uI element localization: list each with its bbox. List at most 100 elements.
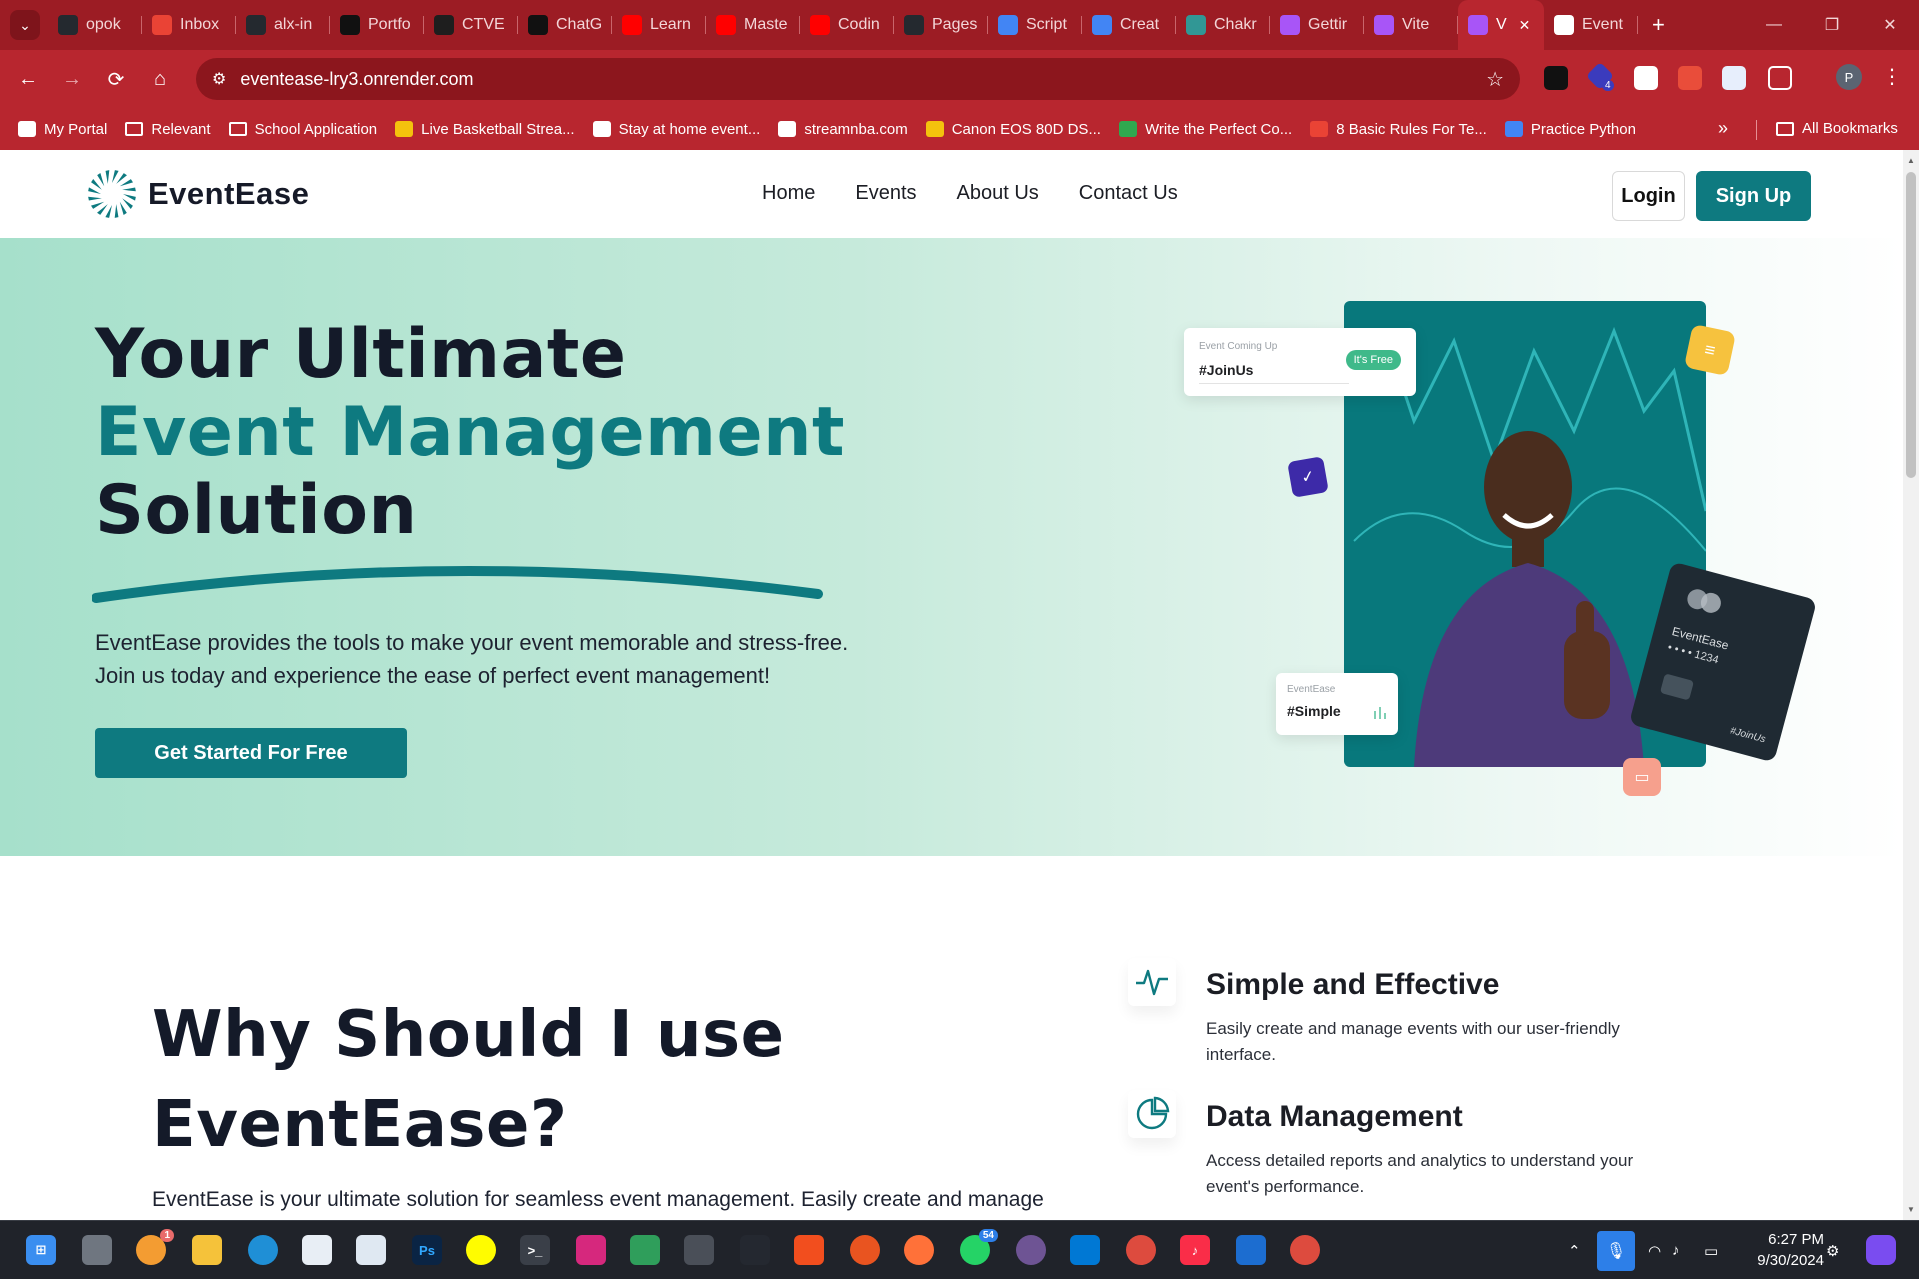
photoshop-icon[interactable]: Ps	[412, 1235, 442, 1265]
event-coming-tag: #JoinUs	[1199, 362, 1254, 378]
figma-icon[interactable]	[794, 1235, 824, 1265]
start-icon[interactable]: ⊞	[26, 1235, 56, 1265]
davinci-icon[interactable]	[740, 1235, 770, 1265]
site-info-icon[interactable]: ⚙	[212, 69, 226, 89]
scroll-down-icon[interactable]: ▼	[1907, 1205, 1915, 1214]
remote-desktop-icon[interactable]	[1236, 1235, 1266, 1265]
extension-4-icon[interactable]	[1678, 66, 1702, 90]
github-desktop-icon[interactable]	[1016, 1235, 1046, 1265]
forward-icon[interactable]: →	[50, 59, 94, 99]
bookmark-star-icon[interactable]: ☆	[1486, 67, 1504, 92]
signup-button[interactable]: Sign Up	[1696, 171, 1811, 221]
bookmark-item[interactable]: Practice Python	[1504, 121, 1636, 138]
notifications-icon[interactable]: ⚙	[1826, 1221, 1839, 1279]
event-coming-card: Event Coming Up #JoinUs It's Free	[1184, 328, 1416, 396]
browser-tab[interactable]: Portfo	[330, 0, 424, 50]
tab-search-button[interactable]: ⌄	[10, 10, 40, 40]
browser-tab[interactable]: ChatG	[518, 0, 612, 50]
browser-tab[interactable]: Learn	[612, 0, 706, 50]
extension-5-icon[interactable]	[1722, 66, 1746, 90]
alx-icon[interactable]	[684, 1235, 714, 1265]
extension-3-icon[interactable]	[1634, 66, 1658, 90]
photos-icon[interactable]	[630, 1235, 660, 1265]
bookmark-item[interactable]: Stay at home event...	[592, 121, 760, 138]
login-button[interactable]: Login	[1612, 171, 1685, 221]
whatsapp-icon[interactable]: 54	[960, 1229, 998, 1265]
chat-icon: ▭	[1623, 758, 1661, 796]
logo-ray	[91, 179, 102, 190]
ubuntu-icon[interactable]	[850, 1235, 880, 1265]
battery-icon[interactable]: ▭	[1704, 1221, 1718, 1279]
taskbar-clock[interactable]: 6:27 PM 9/30/2024	[1744, 1229, 1824, 1271]
close-tab-icon[interactable]: ✕	[1519, 17, 1531, 34]
bookmark-item[interactable]: 8 Basic Rules For Te...	[1310, 121, 1487, 138]
browser-tab[interactable]: CTVE	[424, 0, 518, 50]
vscode-icon[interactable]	[1070, 1235, 1100, 1265]
browser-tab[interactable]: Gettir	[1270, 0, 1364, 50]
address-bar[interactable]: ⚙ eventease-lry3.onrender.com ☆	[196, 58, 1520, 100]
play-icon	[340, 15, 360, 35]
bookmark-item[interactable]: Relevant	[125, 121, 211, 138]
home-icon[interactable]: ⌂	[138, 59, 182, 99]
file-explorer-icon[interactable]	[192, 1235, 222, 1265]
extensions-puzzle-icon[interactable]	[1768, 66, 1792, 90]
music-icon[interactable]: ♪	[1180, 1235, 1210, 1265]
browser-tab[interactable]: Inbox	[142, 0, 236, 50]
minimize-icon[interactable]: —	[1745, 0, 1803, 50]
volume-icon[interactable]: ♪	[1672, 1221, 1680, 1279]
profile-avatar[interactable]: P	[1836, 64, 1862, 90]
bookmark-item[interactable]: Canon EOS 80D DS...	[925, 121, 1101, 138]
browser-tab[interactable]: Chakr	[1176, 0, 1270, 50]
microphone-icon[interactable]: 🎙	[1597, 1231, 1635, 1271]
snipping-tool-icon[interactable]	[356, 1235, 386, 1265]
browser-tab[interactable]: Event	[1544, 0, 1638, 50]
nav-events[interactable]: Events	[855, 182, 916, 205]
bookmarks-overflow-icon[interactable]: »	[1718, 118, 1728, 139]
browser-tab[interactable]: opok	[48, 0, 142, 50]
bookmark-item[interactable]: streamnba.com	[778, 121, 908, 138]
extension-1-icon[interactable]	[1544, 66, 1568, 90]
menu-kebab-icon[interactable]: ⋮	[1882, 64, 1902, 89]
browser-tab[interactable]: Creat	[1082, 0, 1176, 50]
chrome-icon[interactable]	[1126, 1235, 1156, 1265]
browser-tab[interactable]: Script	[988, 0, 1082, 50]
instagram-icon[interactable]	[576, 1235, 606, 1265]
browser-tab[interactable]: Pages	[894, 0, 988, 50]
task-view-icon[interactable]	[82, 1235, 112, 1265]
nav-contact-us[interactable]: Contact Us	[1079, 182, 1178, 205]
bookmark-item[interactable]: Live Basketball Strea...	[395, 121, 575, 138]
browser-tab[interactable]: alx-in	[236, 0, 330, 50]
bookmark-item[interactable]: My Portal	[18, 121, 107, 138]
firefox-icon[interactable]	[904, 1235, 934, 1265]
reload-icon[interactable]: ⟳	[94, 59, 138, 99]
nav-home[interactable]: Home	[762, 182, 815, 205]
scrollbar-thumb[interactable]	[1906, 172, 1916, 478]
tray-overflow-icon[interactable]: ⌃	[1568, 1221, 1581, 1279]
back-icon[interactable]: ←	[6, 59, 50, 99]
new-tab-button[interactable]: +	[1652, 12, 1665, 38]
all-bookmarks-button[interactable]: All Bookmarks	[1776, 120, 1898, 137]
browser-tab[interactable]: Maste	[706, 0, 800, 50]
wifi-icon[interactable]: ◠	[1648, 1221, 1661, 1279]
nav-about-us[interactable]: About Us	[957, 182, 1039, 205]
get-started-button[interactable]: Get Started For Free	[95, 728, 407, 778]
bookmark-item[interactable]: Write the Perfect Co...	[1118, 121, 1292, 138]
bookmark-item[interactable]: School Application	[228, 121, 377, 138]
copilot-icon[interactable]	[1866, 1235, 1896, 1265]
page-scrollbar[interactable]: ▲ ▼	[1903, 150, 1919, 1220]
site-logo[interactable]: EventEase	[86, 168, 309, 220]
snapchat-icon[interactable]	[466, 1235, 496, 1265]
store-icon[interactable]	[302, 1235, 332, 1265]
chrome-profile-icon[interactable]	[1290, 1235, 1320, 1265]
close-window-icon[interactable]: ✕	[1861, 0, 1919, 50]
weather-icon[interactable]: 1	[136, 1229, 174, 1265]
youtube-icon	[622, 15, 642, 35]
why-title: Why Should I use EventEase?	[152, 990, 785, 1170]
edge-icon[interactable]	[248, 1235, 278, 1265]
maximize-icon[interactable]: ❐	[1803, 0, 1861, 50]
terminal-icon[interactable]: >_	[520, 1235, 550, 1265]
browser-tab[interactable]: Codin	[800, 0, 894, 50]
browser-tab[interactable]: V ✕	[1458, 0, 1544, 50]
scroll-up-icon[interactable]: ▲	[1907, 156, 1915, 165]
browser-tab[interactable]: Vite	[1364, 0, 1458, 50]
